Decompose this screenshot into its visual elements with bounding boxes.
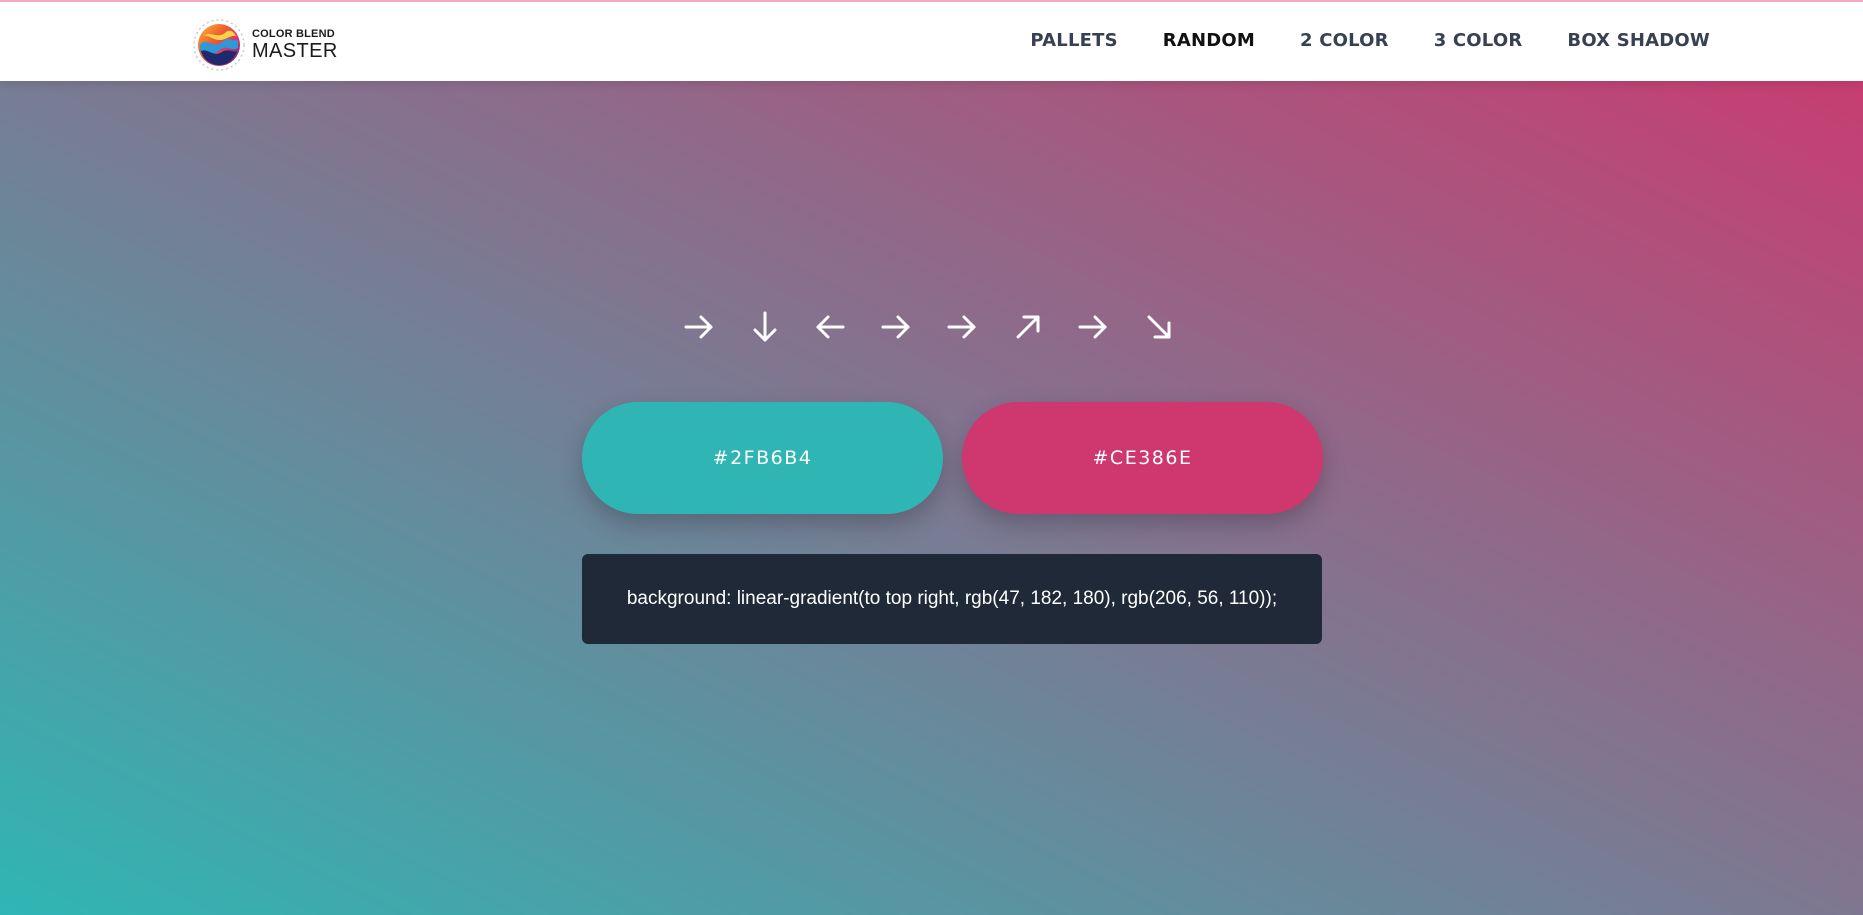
direction-right-button-2[interactable]: [875, 307, 917, 347]
nav-box-shadow[interactable]: BOX SHADOW: [1567, 30, 1710, 51]
nav-2-color[interactable]: 2 COLOR: [1300, 30, 1389, 51]
logo-line-2: MASTER: [252, 40, 338, 62]
direction-right-button-3[interactable]: [941, 307, 983, 347]
direction-left-button[interactable]: [809, 307, 851, 347]
arrow-right-icon: [684, 315, 713, 339]
direction-right-button[interactable]: [678, 307, 720, 347]
color-2-hex: #CE386E: [1092, 447, 1193, 469]
arrow-right-icon: [947, 315, 976, 339]
arrow-up-right-icon: [1016, 315, 1040, 339]
logo-swirl-icon: [193, 19, 245, 71]
site-header: COLOR BLEND MASTER PALLETS RANDOM 2 COLO…: [0, 0, 1863, 81]
arrow-right-icon: [881, 315, 910, 339]
main-nav: PALLETS RANDOM 2 COLOR 3 COLOR BOX SHADO…: [1030, 0, 1710, 81]
direction-down-right-button[interactable]: [1138, 307, 1180, 347]
direction-up-right-button[interactable]: [1007, 307, 1049, 347]
arrow-right-icon: [1078, 315, 1107, 339]
arrow-left-icon: [816, 315, 845, 339]
site-logo[interactable]: COLOR BLEND MASTER: [192, 18, 338, 72]
arrow-down-icon: [753, 311, 777, 342]
nav-3-color[interactable]: 3 COLOR: [1434, 30, 1523, 51]
css-code-output[interactable]: background: linear-gradient(to top right…: [582, 554, 1322, 644]
logo-text: COLOR BLEND MASTER: [252, 28, 338, 62]
color-1-hex: #2FB6B4: [712, 447, 813, 469]
css-code-text: background: linear-gradient(to top right…: [626, 588, 1278, 609]
arrow-down-right-icon: [1147, 315, 1171, 339]
direction-right-button-4[interactable]: [1072, 307, 1114, 347]
direction-down-button[interactable]: [744, 307, 786, 347]
top-accent-line: [0, 0, 1863, 2]
nav-random[interactable]: RANDOM: [1163, 30, 1255, 51]
color-2-button[interactable]: #CE386E: [962, 402, 1323, 514]
direction-selector: [678, 307, 1180, 347]
logo-line-1: COLOR BLEND: [252, 28, 335, 40]
nav-pallets[interactable]: PALLETS: [1030, 30, 1117, 51]
color-1-button[interactable]: #2FB6B4: [582, 402, 943, 514]
